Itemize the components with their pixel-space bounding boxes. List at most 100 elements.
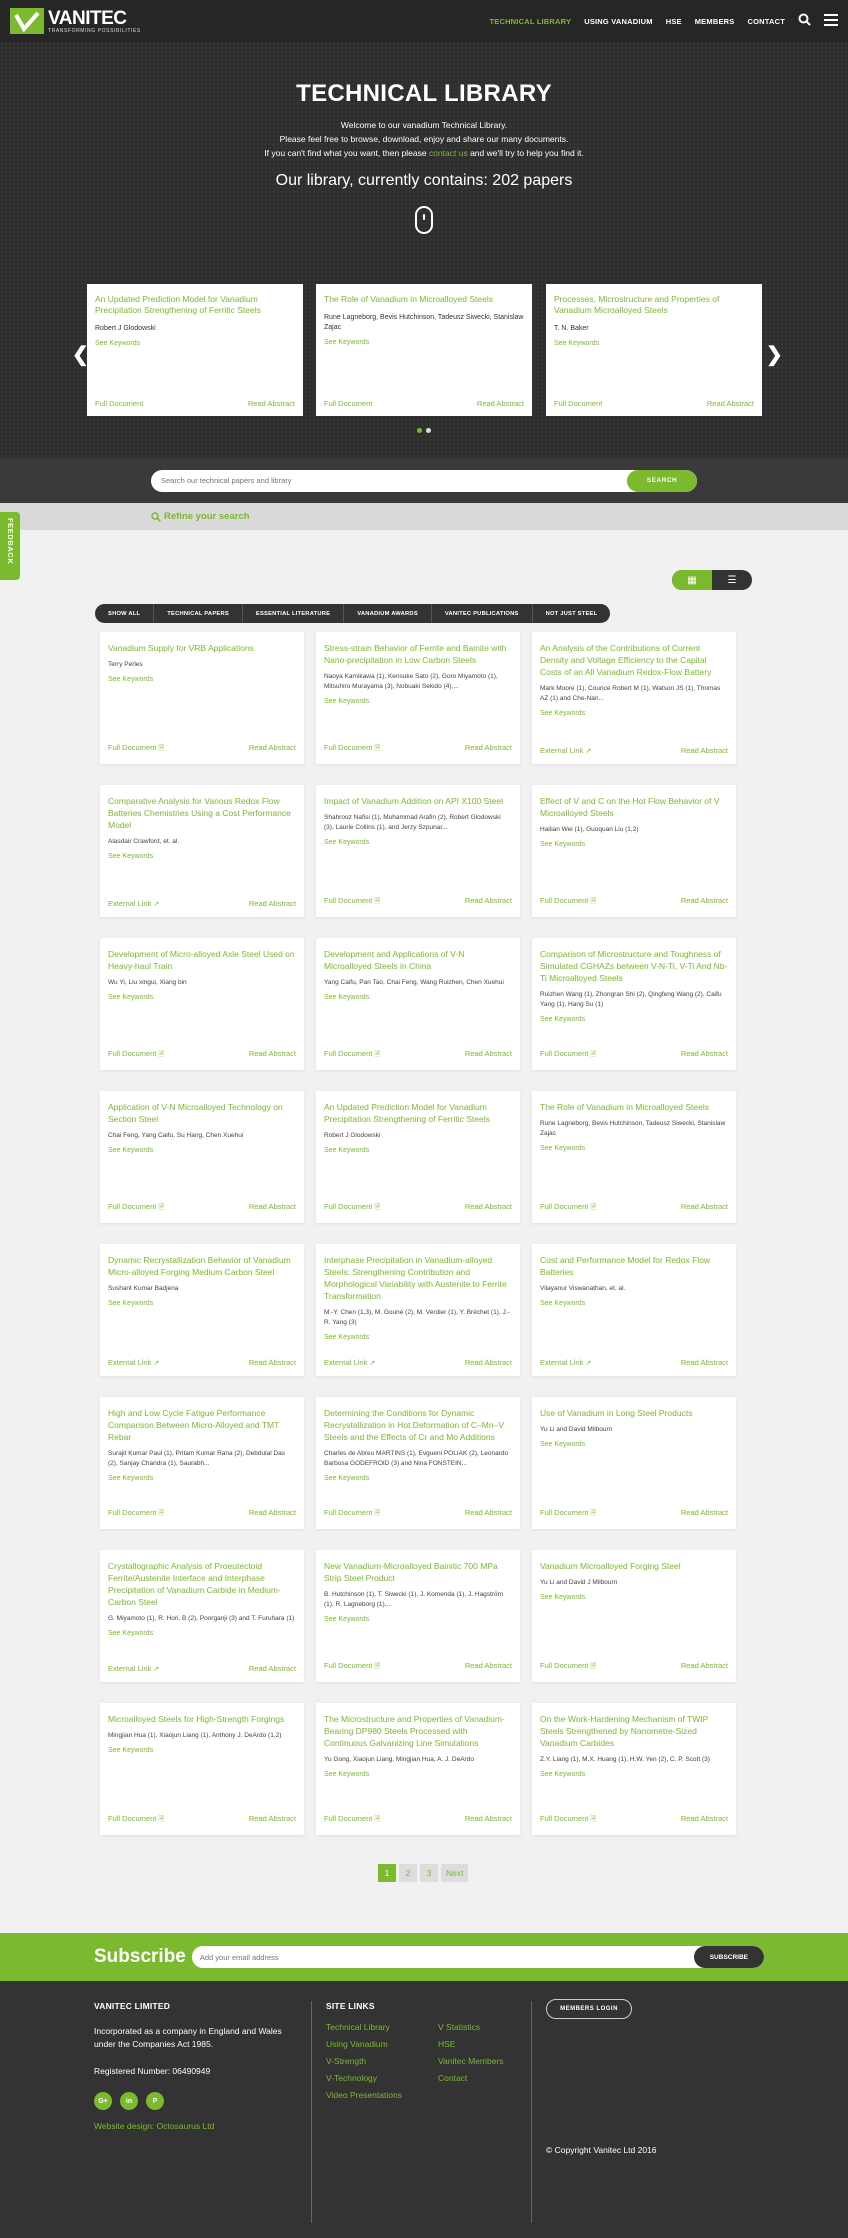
read-abstract-link[interactable]: Read Abstract — [681, 1358, 728, 1367]
paper-doc-label[interactable]: Full Document — [540, 1202, 588, 1211]
see-keywords-link[interactable]: See Keywords — [324, 839, 512, 846]
paper-doc-label[interactable]: Full Document — [324, 1202, 372, 1211]
paper-doc-label[interactable]: Full Document — [540, 1814, 588, 1823]
refine-search-label[interactable]: Refine your search — [164, 511, 250, 522]
see-keywords-link[interactable]: See Keywords — [108, 1300, 296, 1307]
see-keywords-link[interactable]: See Keywords — [108, 1475, 296, 1482]
full-document-link[interactable]: Full Document 🗎 — [540, 1508, 596, 1520]
footer-link-v-strength[interactable]: V-Strength — [326, 2053, 418, 2070]
read-abstract-link[interactable]: Read Abstract — [465, 1202, 512, 1214]
paper-card[interactable]: An Updated Prediction Model for Vanadium… — [316, 1091, 520, 1223]
paper-doc-label[interactable]: Full Document — [324, 1814, 372, 1823]
paper-doc-label[interactable]: Full Document — [540, 1508, 588, 1517]
page-2-button[interactable]: 2 — [399, 1864, 417, 1882]
full-document-link[interactable]: Full Document 🗎 — [324, 896, 380, 908]
external-link[interactable]: External Link ↗ — [108, 1358, 159, 1367]
filter-essential-literature[interactable]: ESSENTIAL LITERATURE — [243, 604, 345, 623]
read-abstract-link[interactable]: Read Abstract — [465, 1049, 512, 1061]
read-abstract-link[interactable]: Read Abstract — [249, 1508, 296, 1520]
see-keywords-link[interactable]: See Keywords — [540, 1300, 728, 1307]
paper-card[interactable]: Cost and Performance Model for Redox Flo… — [532, 1244, 736, 1376]
see-keywords-link[interactable]: See Keywords — [324, 1334, 512, 1341]
read-abstract-link[interactable]: Read Abstract — [249, 1814, 296, 1826]
carousel-card[interactable]: Processes, Microstructure and Properties… — [546, 284, 762, 416]
paper-doc-label[interactable]: Full Document — [108, 743, 156, 752]
paper-title[interactable]: Vanadium Microalloyed Forging Steel — [540, 1560, 728, 1572]
see-keywords-link[interactable]: See Keywords — [540, 1594, 728, 1601]
filter-vanadium-awards[interactable]: VANADIUM AWARDS — [344, 604, 432, 623]
paper-doc-label[interactable]: Full Document — [108, 1508, 156, 1517]
nav-hse[interactable]: HSE — [666, 17, 682, 26]
see-keywords-link[interactable]: See Keywords — [108, 676, 296, 683]
read-abstract-link[interactable]: Read Abstract — [681, 1814, 728, 1826]
feedback-label[interactable]: FEEDBACK — [6, 518, 15, 564]
paper-card[interactable]: The Microstructure and Properties of Van… — [316, 1703, 520, 1835]
paper-title[interactable]: Determining the Conditions for Dynamic R… — [324, 1407, 512, 1443]
see-keywords-link[interactable]: See Keywords — [324, 1616, 512, 1623]
full-document-link[interactable]: Full Document 🗎 — [108, 743, 164, 755]
see-keywords-link[interactable]: See Keywords — [108, 1747, 296, 1754]
paper-title[interactable]: Vanadium Supply for VRB Applications — [108, 642, 296, 654]
nav-using-vanadium[interactable]: USING VANADIUM — [584, 17, 653, 26]
read-abstract-link[interactable]: Read Abstract — [465, 1661, 512, 1673]
read-abstract-link[interactable]: Read Abstract — [249, 899, 296, 908]
external-link[interactable]: External Link ↗ — [324, 1358, 375, 1367]
design-credit-link[interactable]: Website design: Octosaurus Ltd — [94, 2120, 304, 2133]
read-abstract-link[interactable]: Read Abstract — [465, 1508, 512, 1520]
full-document-link[interactable]: Full Document 🗎 — [108, 1202, 164, 1214]
filter-technical-papers[interactable]: TECHNICAL PAPERS — [154, 604, 243, 623]
paper-title[interactable]: Impact of Vanadium Addition on API X100 … — [324, 795, 512, 807]
paper-doc-label[interactable]: Full Document — [324, 1049, 372, 1058]
paper-card[interactable]: Application of V-N Microalloyed Technolo… — [100, 1091, 304, 1223]
paper-doc-label[interactable]: External Link — [108, 1358, 151, 1367]
search-icon[interactable] — [798, 13, 811, 29]
full-document-link[interactable]: Full Document 🗎 — [108, 1508, 164, 1520]
paper-card[interactable]: An Analysis of the Contributions of Curr… — [532, 632, 736, 764]
read-abstract-link[interactable]: Read Abstract — [249, 1202, 296, 1214]
paper-card[interactable]: Development of Micro-alloyed Axle Steel … — [100, 938, 304, 1070]
paper-title[interactable]: Development of Micro-alloyed Axle Steel … — [108, 948, 296, 972]
paper-title[interactable]: Microalloyed Steels for High-Strength Fo… — [108, 1713, 296, 1725]
see-keywords-link[interactable]: See Keywords — [540, 1771, 728, 1778]
see-keywords-link[interactable]: See Keywords — [108, 1147, 296, 1154]
full-document-link[interactable]: Full Document — [95, 399, 143, 408]
paper-card[interactable]: Dynamic Recrystallization Behavior of Va… — [100, 1244, 304, 1376]
full-document-link[interactable]: Full Document 🗎 — [540, 1049, 596, 1061]
footer-link-hse[interactable]: HSE — [438, 2036, 504, 2053]
paper-doc-label[interactable]: External Link — [108, 1664, 151, 1673]
full-document-link[interactable]: Full Document 🗎 — [324, 1661, 380, 1673]
paper-doc-label[interactable]: Full Document — [324, 1508, 372, 1517]
feedback-tab[interactable]: FEEDBACK — [0, 512, 20, 580]
see-keywords-link[interactable]: See Keywords — [540, 841, 728, 848]
paper-card[interactable]: Interphase Precipitation in Vanadium-all… — [316, 1244, 520, 1376]
paper-title[interactable]: Comparative Analysis for Various Redox F… — [108, 795, 296, 831]
full-document-link[interactable]: Full Document 🗎 — [324, 1202, 380, 1214]
paper-card[interactable]: Use of Vanadium in Long Steel Products Yu… — [532, 1397, 736, 1529]
see-keywords-link[interactable]: See Keywords — [554, 340, 754, 347]
paper-doc-label[interactable]: Full Document — [108, 1814, 156, 1823]
read-abstract-link[interactable]: Read Abstract — [681, 896, 728, 908]
paper-title[interactable]: Application of V-N Microalloyed Technolo… — [108, 1101, 296, 1125]
full-document-link[interactable]: Full Document 🗎 — [324, 743, 380, 755]
paper-doc-label[interactable]: External Link — [540, 746, 583, 755]
paper-card[interactable]: Comparison of Microstructure and Toughne… — [532, 938, 736, 1070]
see-keywords-link[interactable]: See Keywords — [324, 339, 524, 346]
paper-title[interactable]: Comparison of Microstructure and Toughne… — [540, 948, 728, 984]
paper-doc-label[interactable]: Full Document — [540, 1049, 588, 1058]
paper-card[interactable]: Effect of V and C on the Hot Flow Behavi… — [532, 785, 736, 917]
read-abstract-link[interactable]: Read Abstract — [249, 1049, 296, 1061]
refine-search-bar[interactable]: Refine your search — [0, 503, 848, 530]
paper-card[interactable]: Comparative Analysis for Various Redox F… — [100, 785, 304, 917]
carousel-card-title[interactable]: The Role of Vanadium in Microalloyed Ste… — [324, 294, 524, 305]
linkedin-icon[interactable]: in — [120, 2092, 138, 2110]
carousel-card[interactable]: The Role of Vanadium in Microalloyed Ste… — [316, 284, 532, 416]
paper-title[interactable]: Crystallographic Analysis of Proeutectoi… — [108, 1560, 296, 1608]
full-document-link[interactable]: Full Document 🗎 — [540, 1661, 596, 1673]
pinterest-icon[interactable]: P — [146, 2092, 164, 2110]
full-document-link[interactable]: Full Document 🗎 — [324, 1049, 380, 1061]
see-keywords-link[interactable]: See Keywords — [324, 1475, 512, 1482]
see-keywords-link[interactable]: See Keywords — [540, 1145, 728, 1152]
full-document-link[interactable]: Full Document — [554, 399, 602, 408]
full-document-link[interactable]: Full Document 🗎 — [108, 1814, 164, 1826]
full-document-link[interactable]: Full Document 🗎 — [324, 1814, 380, 1826]
